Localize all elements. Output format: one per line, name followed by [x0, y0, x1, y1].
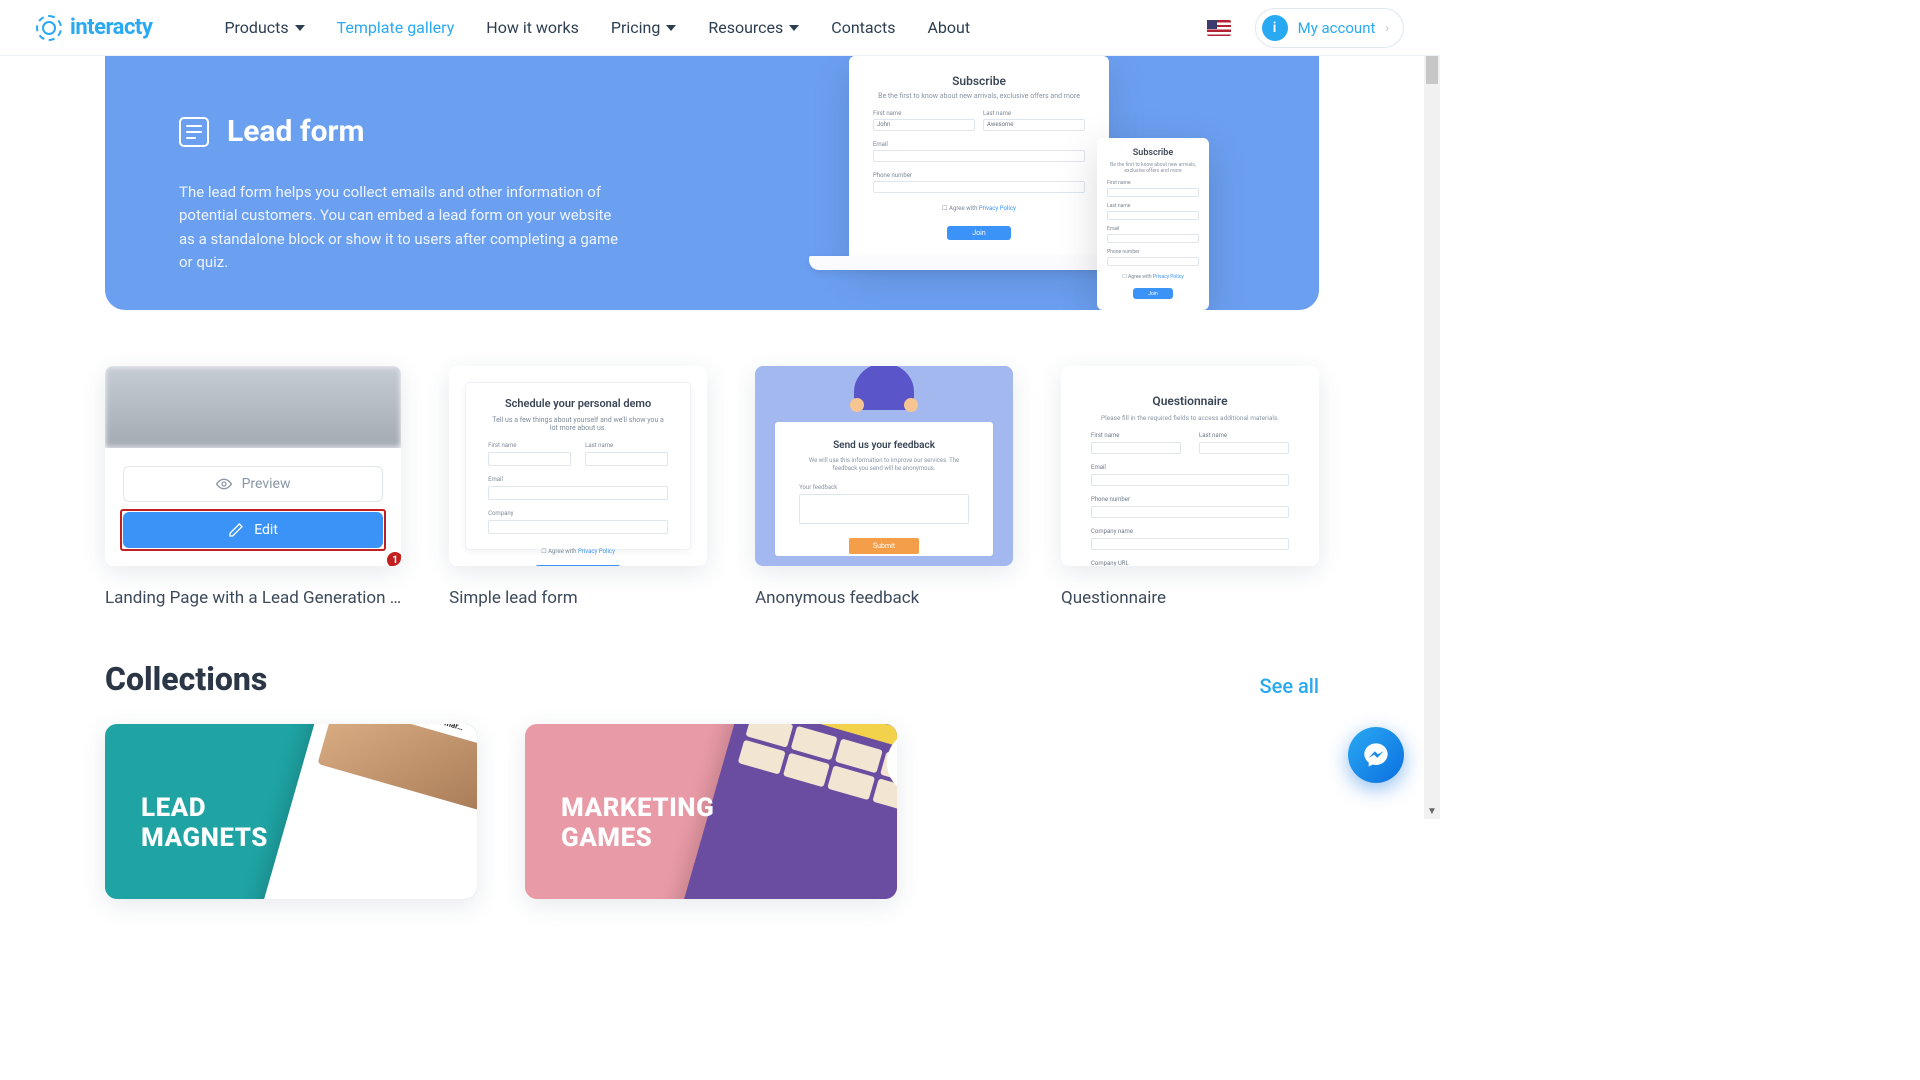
- template-thumb: Schedule your personal demo Tell us a fe…: [449, 366, 707, 566]
- hero-mock-small: Subscribe Be the first to know about new…: [1097, 138, 1209, 310]
- site-header: interacty Products Template gallery How …: [0, 0, 1440, 56]
- page-scrollbar[interactable]: ▲ ▼: [1424, 0, 1440, 819]
- main-nav: Products Template gallery How it works P…: [224, 18, 970, 37]
- brand-name: interacty: [70, 15, 152, 40]
- hero-lead-form: Lead form The lead form helps you collec…: [105, 56, 1319, 310]
- caret-down-icon: [666, 25, 676, 31]
- annotation-badge-1: 1: [387, 552, 401, 566]
- template-thumb: 2 Preview Edit: [105, 366, 401, 566]
- template-card-anonymous-feedback[interactable]: Send us your feedback We will use this i…: [755, 366, 1013, 608]
- collection-label: LEAD MAGNETS: [141, 794, 268, 854]
- logo-mark-icon: [36, 15, 62, 41]
- nav-template-gallery[interactable]: Template gallery: [337, 18, 455, 37]
- annotation-box-inner: [120, 509, 386, 551]
- caret-down-icon: [295, 25, 305, 31]
- collection-card-marketing-games[interactable]: Find pairs and get a prize! MARKETING GA…: [525, 724, 897, 899]
- collections-heading: Collections: [105, 660, 267, 698]
- template-grid: 2 Preview Edit: [105, 366, 1319, 608]
- template-thumb: Questionnaire Please fill in the require…: [1061, 366, 1319, 566]
- collections-grid: Summer fitness mar… LEAD MAGNETS Find pa…: [105, 724, 1319, 899]
- hero-title: Lead form: [227, 114, 364, 149]
- chevron-right-icon: ›: [1385, 21, 1389, 35]
- template-title: Anonymous feedback: [755, 588, 1013, 608]
- nav-resources[interactable]: Resources: [708, 18, 799, 37]
- template-thumb: Send us your feedback We will use this i…: [755, 366, 1013, 566]
- hero-description: The lead form helps you collect emails a…: [179, 181, 619, 274]
- collections-header: Collections See all: [105, 660, 1319, 698]
- messenger-chat-button[interactable]: [1348, 727, 1404, 783]
- nav-contacts[interactable]: Contacts: [831, 18, 895, 37]
- nav-pricing[interactable]: Pricing: [611, 18, 677, 37]
- person-icon: [849, 366, 919, 426]
- nav-products[interactable]: Products: [224, 18, 304, 37]
- brand-logo[interactable]: interacty: [36, 15, 152, 41]
- eye-icon: [216, 476, 232, 492]
- template-title: Questionnaire: [1061, 588, 1319, 608]
- avatar: i: [1262, 15, 1288, 41]
- messenger-icon: [1362, 741, 1390, 769]
- card-hover-panel: Preview Edit: [105, 448, 401, 566]
- template-title: Landing Page with a Lead Generation …: [105, 588, 401, 608]
- template-card-landing-page[interactable]: 2 Preview Edit: [105, 366, 401, 608]
- preview-button[interactable]: Preview: [123, 466, 383, 502]
- hero-mock-large: Subscribe Be the first to know about new…: [849, 56, 1109, 266]
- header-right: i My account ›: [1207, 8, 1404, 48]
- locale-flag-us-icon[interactable]: [1207, 20, 1231, 36]
- my-account-label: My account: [1298, 19, 1376, 37]
- nav-how-it-works[interactable]: How it works: [486, 18, 579, 37]
- caret-down-icon: [789, 25, 799, 31]
- see-all-link[interactable]: See all: [1260, 674, 1319, 698]
- template-title: Simple lead form: [449, 588, 707, 608]
- collection-mock-tilted: Summer fitness mar…: [252, 724, 477, 899]
- template-card-simple-lead-form[interactable]: Schedule your personal demo Tell us a fe…: [449, 366, 707, 608]
- my-account-button[interactable]: i My account ›: [1255, 8, 1404, 48]
- template-card-questionnaire[interactable]: Questionnaire Please fill in the require…: [1061, 366, 1319, 608]
- nav-about[interactable]: About: [927, 18, 970, 37]
- collection-label: MARKETING GAMES: [561, 794, 714, 854]
- collection-card-lead-magnets[interactable]: Summer fitness mar… LEAD MAGNETS: [105, 724, 477, 899]
- form-icon: [179, 117, 209, 147]
- scrollbar-down-icon[interactable]: ▼: [1424, 803, 1440, 819]
